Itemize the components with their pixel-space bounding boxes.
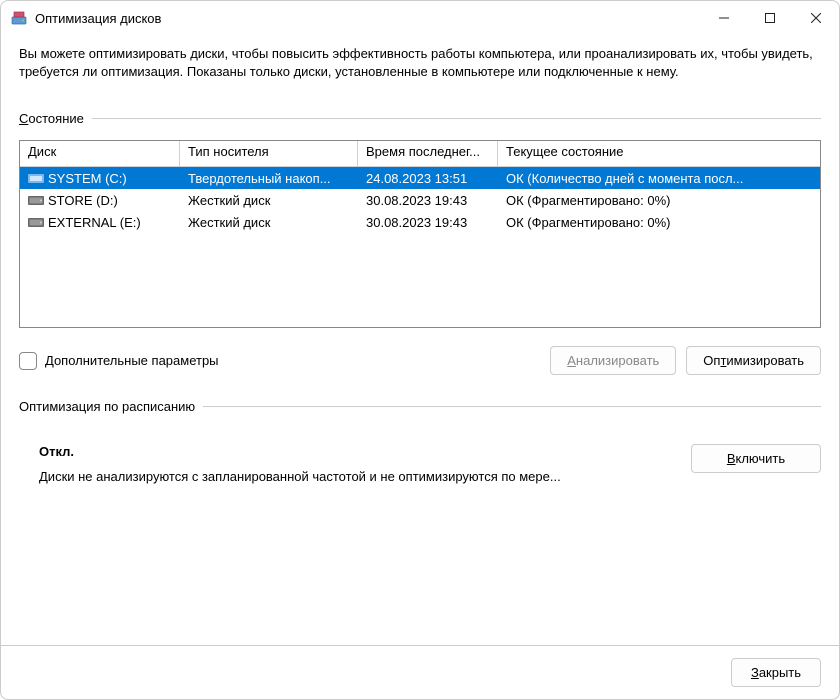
window-title: Оптимизация дисков bbox=[35, 11, 701, 26]
window-controls bbox=[701, 1, 839, 35]
close-window-button[interactable] bbox=[793, 1, 839, 35]
divider bbox=[92, 118, 821, 119]
drive-listview[interactable]: Диск Тип носителя Время последнег... Тек… bbox=[19, 140, 821, 328]
col-header-status[interactable]: Текущее состояние bbox=[498, 141, 820, 166]
listview-header: Диск Тип носителя Время последнег... Тек… bbox=[20, 141, 820, 167]
enable-button[interactable]: Включить bbox=[691, 444, 821, 473]
schedule-status: Откл. bbox=[39, 444, 561, 459]
hdd-drive-icon bbox=[28, 216, 44, 228]
schedule-desc: Диски не анализируются с запланированной… bbox=[39, 469, 561, 484]
cell-media: Твердотельный накоп... bbox=[180, 171, 358, 186]
app-icon bbox=[11, 10, 27, 26]
cell-status: ОК (Фрагментировано: 0%) bbox=[498, 215, 820, 230]
advanced-params-label: Дополнительные параметры bbox=[45, 353, 219, 368]
cell-media: Жесткий диск bbox=[180, 215, 358, 230]
cell-lastrun: 30.08.2023 19:43 bbox=[358, 193, 498, 208]
table-row[interactable]: EXTERNAL (E:)Жесткий диск30.08.2023 19:4… bbox=[20, 211, 820, 233]
col-header-disk[interactable]: Диск bbox=[20, 141, 180, 166]
cell-status: ОК (Количество дней с момента посл... bbox=[498, 171, 820, 186]
table-row[interactable]: STORE (D:)Жесткий диск30.08.2023 19:43ОК… bbox=[20, 189, 820, 211]
cell-disk: SYSTEM (C:) bbox=[20, 171, 180, 186]
divider bbox=[203, 406, 821, 407]
status-label: Состояние bbox=[19, 111, 92, 126]
description-text: Вы можете оптимизировать диски, чтобы по… bbox=[19, 45, 821, 81]
advanced-params-checkbox[interactable]: Дополнительные параметры bbox=[19, 352, 219, 370]
footer: Закрыть bbox=[1, 645, 839, 699]
cell-disk: STORE (D:) bbox=[20, 193, 180, 208]
minimize-button[interactable] bbox=[701, 1, 747, 35]
table-row[interactable]: SYSTEM (C:)Твердотельный накоп...24.08.2… bbox=[20, 167, 820, 189]
checkbox-box bbox=[19, 352, 37, 370]
ssd-drive-icon bbox=[28, 172, 44, 184]
cell-lastrun: 24.08.2023 13:51 bbox=[358, 171, 498, 186]
col-header-lastrun[interactable]: Время последнег... bbox=[358, 141, 498, 166]
col-header-media[interactable]: Тип носителя bbox=[180, 141, 358, 166]
cell-lastrun: 30.08.2023 19:43 bbox=[358, 215, 498, 230]
status-section-header: Состояние bbox=[19, 111, 821, 126]
cell-disk: EXTERNAL (E:) bbox=[20, 215, 180, 230]
optimize-button[interactable]: Оптимизировать bbox=[686, 346, 821, 375]
cell-media: Жесткий диск bbox=[180, 193, 358, 208]
schedule-label: Оптимизация по расписанию bbox=[19, 399, 203, 414]
titlebar: Оптимизация дисков bbox=[1, 1, 839, 35]
maximize-button[interactable] bbox=[747, 1, 793, 35]
close-button[interactable]: Закрыть bbox=[731, 658, 821, 687]
analyze-button[interactable]: Анализировать bbox=[550, 346, 676, 375]
hdd-drive-icon bbox=[28, 194, 44, 206]
schedule-section-header: Оптимизация по расписанию bbox=[19, 399, 821, 414]
cell-status: ОК (Фрагментировано: 0%) bbox=[498, 193, 820, 208]
